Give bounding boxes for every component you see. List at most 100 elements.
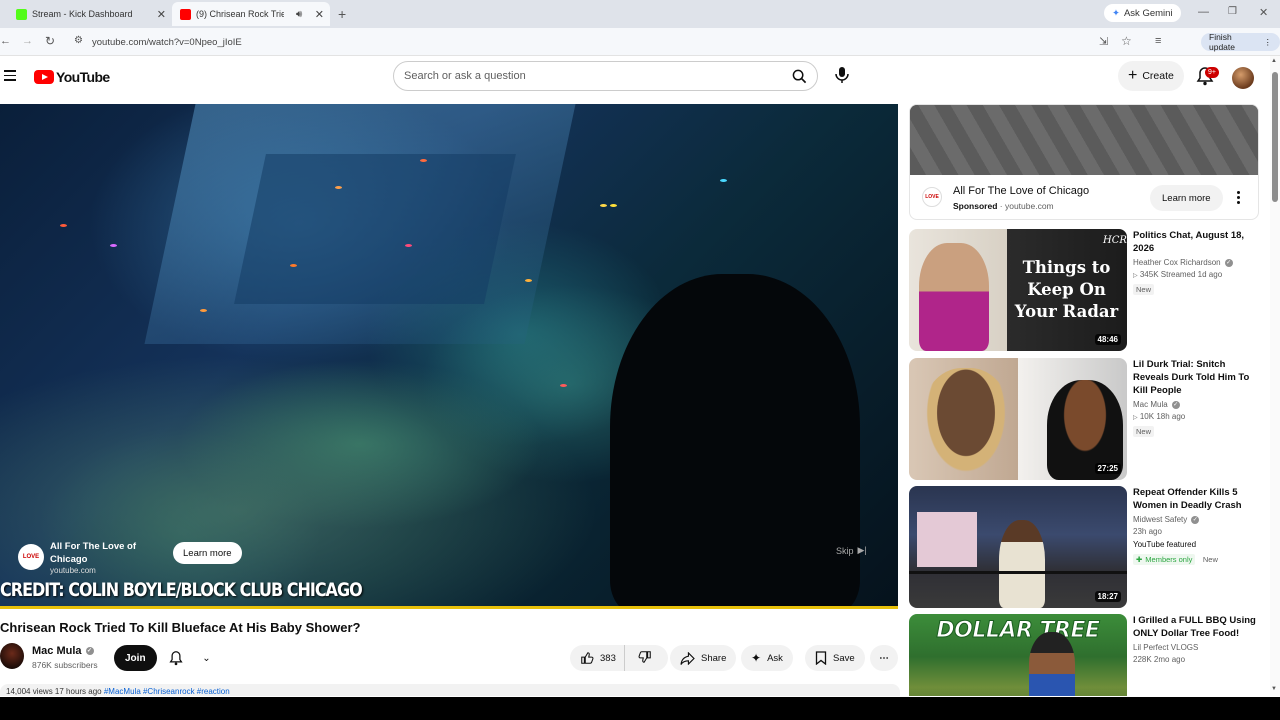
- video-thumbnail[interactable]: DOLLAR TREE: [909, 614, 1127, 696]
- ad-url: youtube.com: [50, 565, 96, 575]
- sponsored-banner: [910, 105, 1258, 175]
- channel-line[interactable]: Midwest Safety ✓: [1133, 515, 1259, 524]
- create-label: Create: [1142, 70, 1174, 82]
- play-icon: ▷: [1133, 415, 1138, 421]
- channel-line[interactable]: Mac Mula ✓: [1133, 400, 1259, 409]
- skip-label: Skip: [836, 545, 854, 556]
- video-thumbnail[interactable]: Things to Keep On Your Radar HCR 48:46: [909, 229, 1127, 351]
- video-credit-overlay: CREDIT: COLIN BOYLE/BLOCK CLUB CHICAGO: [0, 578, 363, 601]
- fish: [600, 204, 607, 207]
- scrollbar-thumb[interactable]: [1272, 72, 1278, 202]
- share-button[interactable]: Share: [670, 645, 737, 671]
- url-text: youtube.com/watch?v=0Npeo_jIoIE: [92, 36, 242, 48]
- channel-avatar[interactable]: [0, 643, 24, 669]
- thumbnail-person: [919, 243, 989, 351]
- channel-name[interactable]: Mac Mula ✓: [32, 645, 94, 657]
- microphone-icon[interactable]: [833, 65, 851, 85]
- subscription-bell-button[interactable]: ⌄: [160, 645, 220, 671]
- video-title[interactable]: Politics Chat, August 18, 2026: [1133, 229, 1259, 255]
- ask-gemini-button[interactable]: ✦ Ask Gemini: [1104, 4, 1181, 22]
- channel-line[interactable]: Lil Perfect VLOGS: [1133, 643, 1259, 652]
- fish: [405, 244, 412, 247]
- sponsor-domain: youtube.com: [1004, 201, 1054, 211]
- reading-list-icon[interactable]: ≡: [1155, 35, 1161, 47]
- join-button[interactable]: Join: [114, 645, 157, 671]
- save-label: Save: [833, 652, 855, 664]
- finish-update-label: Finish update: [1209, 32, 1235, 52]
- scroll-up-icon[interactable]: ▲: [1271, 58, 1277, 64]
- close-tab-icon[interactable]: ✕: [157, 8, 166, 21]
- new-tab-icon[interactable]: +: [338, 6, 346, 22]
- fish: [290, 264, 297, 267]
- video-player[interactable]: LOVE All For The Love of Chicago youtube…: [0, 104, 898, 607]
- tab-youtube-video[interactable]: (9) Chrisean Rock Tried To K 🔊︎ ✕: [172, 2, 330, 26]
- install-app-icon[interactable]: ⇲: [1099, 35, 1108, 48]
- youtube-logo[interactable]: YouTube: [34, 69, 110, 85]
- more-actions-button[interactable]: ⋯: [870, 645, 898, 671]
- close-window-icon[interactable]: ✕: [1259, 6, 1268, 19]
- back-icon[interactable]: ←: [0, 35, 11, 47]
- dislike-button[interactable]: [638, 650, 658, 667]
- video-progress-bar[interactable]: [0, 606, 898, 609]
- skip-next-icon: ▶|: [857, 545, 867, 555]
- channel-line[interactable]: Heather Cox Richardson ✓: [1133, 258, 1259, 267]
- video-thumbnail[interactable]: 18:27: [909, 486, 1127, 608]
- video-meta: 228K 2mo ago: [1133, 655, 1186, 664]
- account-avatar[interactable]: [1232, 67, 1254, 89]
- browser-tabstrip: Stream - Kick Dashboard ✕ (9) Chrisean R…: [0, 0, 1280, 28]
- forward-icon[interactable]: →: [22, 35, 33, 47]
- aquarium-back-wall: [234, 154, 516, 304]
- video-title[interactable]: Lil Durk Trial: Snitch Reveals Durk Told…: [1133, 358, 1259, 397]
- finish-update-button[interactable]: Finish update ⋮: [1201, 32, 1280, 52]
- recommended-video[interactable]: Things to Keep On Your Radar HCR 48:46 P…: [909, 229, 1259, 351]
- like-button[interactable]: 383: [570, 645, 668, 671]
- members-only-badge: ✚ Members only: [1133, 554, 1196, 565]
- thumbnail-person: [921, 368, 1011, 480]
- fish: [110, 244, 117, 247]
- video-title[interactable]: Repeat Offender Kills 5 Women in Deadly …: [1133, 486, 1259, 512]
- recommended-video[interactable]: 27:25 Lil Durk Trial: Snitch Reveals Dur…: [909, 358, 1259, 480]
- search-input[interactable]: Search or ask a question: [393, 61, 818, 91]
- share-arrow-icon: [680, 651, 695, 665]
- video-meta: 23h ago: [1133, 527, 1162, 536]
- fish: [60, 224, 67, 227]
- address-bar[interactable]: ⚙︎ youtube.com/watch?v=0Npeo_jIoIE: [68, 31, 1096, 53]
- site-info-icon[interactable]: ⚙︎: [74, 35, 83, 46]
- bookmark-star-icon[interactable]: ☆: [1121, 34, 1132, 48]
- video-thumbnail[interactable]: 27:25: [909, 358, 1127, 480]
- video-description[interactable]: 14,004 views 17 hours ago #MacMula #Chri…: [0, 684, 900, 696]
- ad-logo: LOVE: [18, 544, 44, 570]
- skip-ad-button[interactable]: Skip ▶|: [836, 545, 867, 556]
- thumbs-down-icon: [638, 650, 651, 663]
- create-button[interactable]: + Create: [1118, 61, 1184, 91]
- tab-kick-dashboard[interactable]: Stream - Kick Dashboard ✕: [8, 2, 172, 26]
- more-vertical-icon[interactable]: [1237, 191, 1241, 206]
- fish: [420, 159, 427, 162]
- reload-icon[interactable]: ↻: [45, 34, 55, 48]
- video-duration: 48:46: [1094, 334, 1121, 345]
- fish: [525, 279, 532, 282]
- youtube-favicon-icon: [180, 8, 191, 20]
- recommended-video[interactable]: DOLLAR TREE I Grilled a FULL BBQ Using O…: [909, 614, 1259, 696]
- hashtags[interactable]: #MacMula #Chriseanrock #reaction: [104, 687, 230, 696]
- sponsor-subline: Sponsored · youtube.com: [953, 201, 1054, 211]
- save-button[interactable]: Save: [805, 645, 865, 671]
- search-icon[interactable]: [781, 62, 817, 90]
- ad-learn-more-button[interactable]: Learn more: [173, 542, 242, 564]
- sponsored-card[interactable]: LOVE All For The Love of Chicago Sponsor…: [909, 104, 1259, 220]
- menu-icon[interactable]: [4, 70, 16, 84]
- scroll-down-icon[interactable]: ▼: [1271, 686, 1277, 692]
- close-tab-icon[interactable]: ✕: [315, 8, 324, 21]
- video-title[interactable]: I Grilled a FULL BBQ Using ONLY Dollar T…: [1133, 614, 1259, 640]
- sponsor-learn-more-button[interactable]: Learn more: [1150, 185, 1223, 211]
- sponsored-label: Sponsored: [953, 201, 998, 211]
- video-meta: ▷ 345K Streamed 1d ago: [1133, 270, 1259, 279]
- thumbnail-person: [999, 520, 1045, 608]
- recommended-video[interactable]: 18:27 Repeat Offender Kills 5 Women in D…: [909, 486, 1259, 608]
- like-divider: [624, 645, 625, 671]
- minimize-icon[interactable]: —: [1198, 6, 1209, 18]
- desktop-taskbar: [0, 697, 1280, 720]
- ask-button[interactable]: ✦ Ask: [741, 645, 793, 671]
- restore-icon[interactable]: ❐: [1228, 6, 1237, 17]
- speaker-icon[interactable]: 🔊︎: [296, 9, 302, 20]
